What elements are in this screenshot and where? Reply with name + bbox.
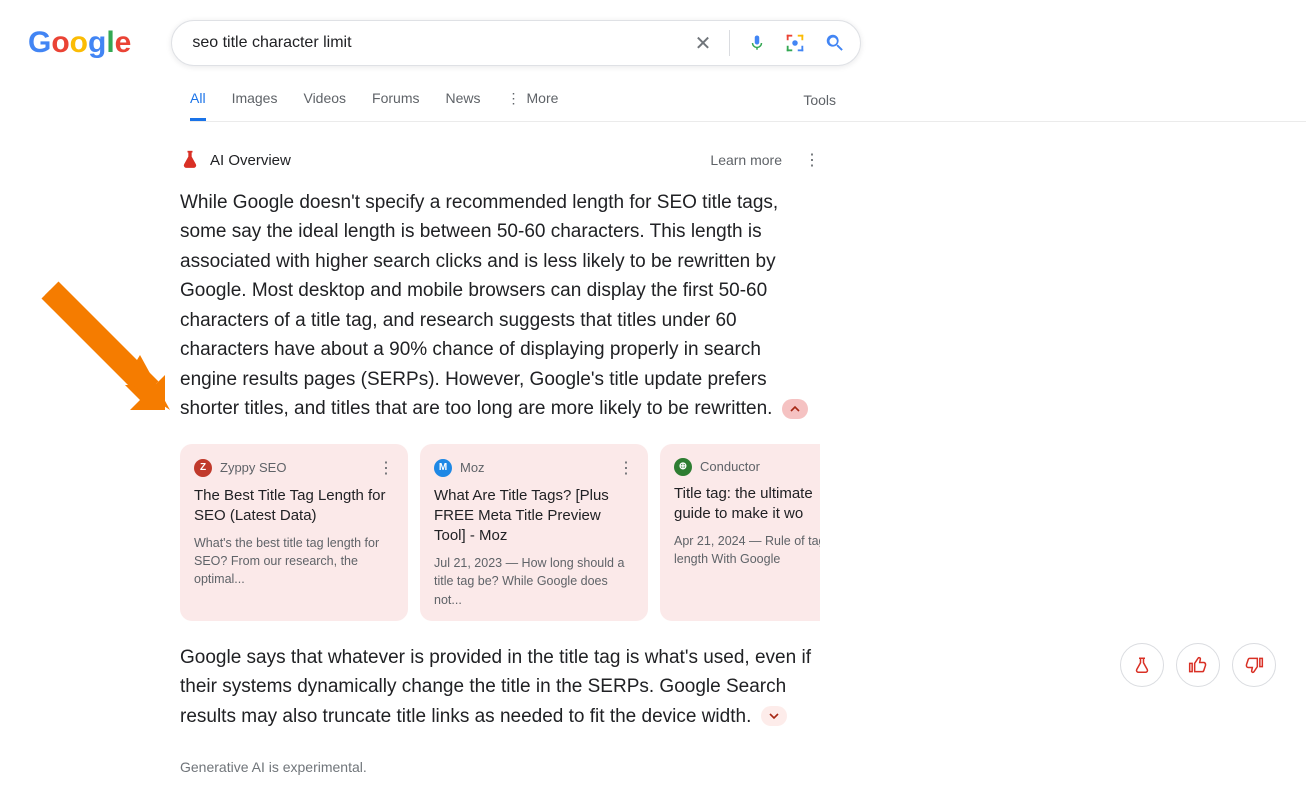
card-site: Conductor [700, 459, 760, 474]
card-site: Moz [460, 460, 485, 475]
tab-forums[interactable]: Forums [372, 90, 419, 121]
ai-overview-paragraph: While Google doesn't specify a recommend… [180, 188, 820, 424]
lens-icon[interactable] [784, 32, 806, 54]
card-menu-icon[interactable]: ⋮ [618, 458, 634, 478]
divider [729, 30, 730, 56]
thumbs-down-button[interactable] [1232, 643, 1276, 687]
disclaimer-text: Generative AI is experimental. [180, 759, 820, 775]
favicon-icon: M [434, 459, 452, 477]
learn-more-link[interactable]: Learn more [710, 152, 782, 168]
tab-more[interactable]: ⋮More [507, 90, 559, 121]
flask-icon [180, 150, 200, 170]
tab-news[interactable]: News [446, 90, 481, 121]
card-desc: What's the best title tag length for SEO… [194, 534, 394, 588]
tools-button[interactable]: Tools [803, 92, 836, 120]
annotation-arrow-icon [30, 280, 170, 420]
source-card[interactable]: ⊕ Conductor Title tag: the ultimate guid… [660, 444, 820, 621]
source-card[interactable]: Z Zyppy SEO ⋮ The Best Title Tag Length … [180, 444, 408, 621]
source-cards: Z Zyppy SEO ⋮ The Best Title Tag Length … [180, 444, 820, 621]
card-desc: Apr 21, 2024 — Rule of tag length With G… [674, 532, 820, 568]
source-card[interactable]: M Moz ⋮ What Are Title Tags? [Plus FREE … [420, 444, 648, 621]
tab-images[interactable]: Images [232, 90, 278, 121]
search-input[interactable] [192, 34, 694, 52]
search-icon[interactable] [824, 32, 846, 54]
ai-overview-paragraph-2: Google says that whatever is provided in… [180, 643, 820, 731]
card-title: Title tag: the ultimate guide to make it… [674, 484, 820, 525]
favicon-icon: ⊕ [674, 458, 692, 476]
clear-icon[interactable]: ✕ [695, 31, 712, 56]
card-title: The Best Title Tag Length for SEO (Lates… [194, 486, 394, 527]
mic-icon[interactable] [748, 32, 766, 54]
card-desc: Jul 21, 2023 — How long should a title t… [434, 554, 634, 608]
tab-all[interactable]: All [190, 90, 206, 121]
card-site: Zyppy SEO [220, 460, 286, 475]
favicon-icon: Z [194, 459, 212, 477]
card-title: What Are Title Tags? [Plus FREE Meta Tit… [434, 486, 634, 547]
ai-overview-menu-icon[interactable]: ⋮ [804, 150, 820, 170]
google-logo[interactable]: Google [28, 26, 131, 60]
collapse-chip[interactable] [782, 399, 808, 419]
thumbs-up-button[interactable] [1176, 643, 1220, 687]
expand-chip[interactable] [761, 706, 787, 726]
tab-videos[interactable]: Videos [303, 90, 346, 121]
search-bar[interactable]: ✕ [171, 20, 861, 66]
card-menu-icon[interactable]: ⋮ [378, 458, 394, 478]
ai-overview-title: AI Overview [210, 152, 291, 169]
feedback-flask-button[interactable] [1120, 643, 1164, 687]
